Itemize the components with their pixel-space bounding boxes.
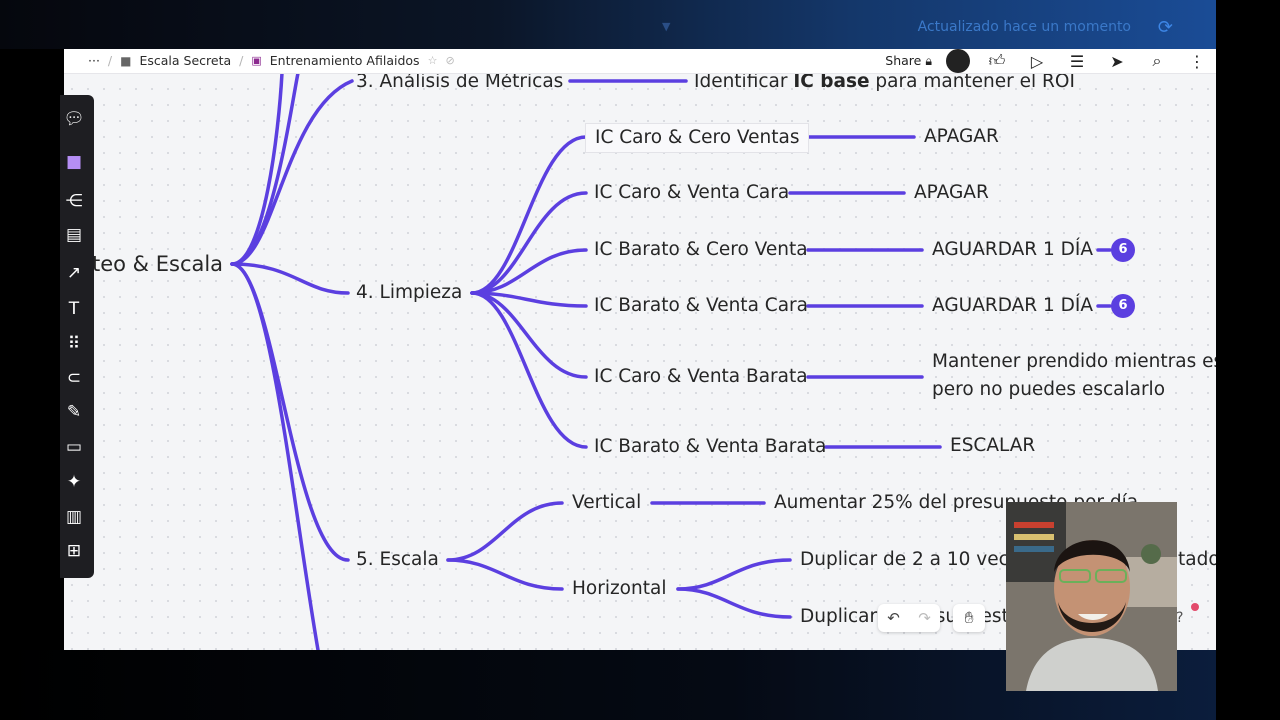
more-menu-icon[interactable]: ··· [88,53,100,68]
count-badge[interactable]: 6 [1111,294,1135,318]
node-vertical[interactable]: Vertical [572,492,641,514]
node-limpieza[interactable]: 4. Limpieza [356,282,462,304]
webcam-overlay [1006,502,1177,691]
breadcrumb-board[interactable]: Entrenamiento Afilaidos [270,53,420,68]
top-bar: ▼ Actualizado hace un momento ⟳ [0,0,1216,49]
save-status: Actualizado hace un momento [917,19,1131,35]
template-icon[interactable]: ▥ [60,505,88,529]
undo-icon[interactable]: ↶ [887,609,900,627]
text-icon[interactable]: T [60,297,88,321]
breadcrumb-folder[interactable]: Escala Secreta [139,53,231,68]
presenter-video [1006,502,1177,691]
like-icon[interactable]: 👍︎ [984,51,1010,71]
present-icon[interactable]: ▷ [1024,52,1050,71]
lock-icon: 🔒︎ [925,53,932,68]
help-button[interactable]: ? [1176,610,1183,626]
star-icon[interactable]: ☆ [428,54,438,67]
count-badge[interactable]: 6 [1111,238,1135,262]
board-header: ··· / ■ Escala Secreta / ▣ Entrenamiento… [64,49,1216,74]
right-strip [1216,0,1280,720]
node-action-5-line2: pero no puedes escalarlo [932,379,1166,401]
node-action-4[interactable]: AGUARDAR 1 DÍA [932,295,1093,317]
left-toolbar: 💬︎ ■ ⋲ ▤ ↗ T ⠿ ⊂ ✎ ▭ ✦ ▥ ⊞ [60,95,94,578]
redo-icon[interactable]: ↷ [918,609,931,627]
node-condition-2[interactable]: IC Caro & Venta Cara [594,182,789,204]
node-action-5[interactable]: Mantener prendido mientras es pero no pu… [932,351,1216,401]
node-condition-6[interactable]: IC Barato & Venta Barata [594,436,826,458]
chevron-down-icon[interactable]: ▼ [662,20,670,33]
connector-root-n5 [230,262,350,562]
avatar[interactable] [946,49,970,73]
node-action-3[interactable]: AGUARDAR 1 DÍA [932,239,1093,261]
hand-tool-icon[interactable]: ✋︎ [953,604,985,632]
node-text: Identificar [694,71,794,92]
verified-icon: ⊘ [445,54,455,67]
header-toolbar: Share 🔒︎ 👍︎ ▷ ☰ ➤ ⌕ ⋮ [885,49,1210,73]
grid-icon[interactable]: ⠿ [60,332,88,356]
node-analisis-child[interactable]: Identificar IC base para mantener el ROI [694,71,1075,93]
kebab-menu-icon[interactable]: ⋮ [1184,52,1210,71]
node-horizontal[interactable]: Horizontal [572,578,666,600]
card-icon[interactable]: ▭ [60,435,88,459]
sync-icon[interactable]: ⟳ [1158,17,1173,38]
history-controls: ↶ ↷ [878,604,940,632]
breadcrumb-separator: / [239,53,244,68]
node-action-5-line1: Mantener prendido mientras es [932,351,1216,372]
node-condition-5[interactable]: IC Caro & Venta Barata [594,366,808,388]
node-text-bold: IC base [793,71,870,92]
node-condition-4[interactable]: IC Barato & Venta Cara [594,295,808,317]
magic-icon[interactable]: ✦ [60,470,88,494]
root-node[interactable]: teo & Escala [92,252,223,277]
comment-bubble-icon[interactable]: 💬︎ [60,107,88,131]
sticky-note-icon[interactable]: ■ [60,150,88,174]
node-condition-1[interactable]: IC Caro & Cero Ventas [585,123,810,154]
node-action-6[interactable]: ESCALAR [950,435,1035,457]
connector-horizontal-h2 [676,587,792,619]
send-icon[interactable]: ➤ [1104,52,1130,71]
node-condition-3[interactable]: IC Barato & Cero Venta [594,239,808,261]
add-icon[interactable]: ⊞ [60,539,88,563]
arrow-icon[interactable]: ↗ [60,261,88,285]
connector-n4-row6 [470,291,588,449]
mindmap-icon[interactable]: ⋲ [60,189,88,213]
connector-n5-horizontal [446,558,564,591]
link-icon[interactable]: ⊂ [60,366,88,390]
node-text: para mantener el ROI [869,71,1075,92]
board-icon: ▣ [251,54,262,67]
node-action-1[interactable]: APAGAR [924,126,999,148]
notification-dot [1191,603,1199,611]
search-icon[interactable]: ⌕ [1144,51,1170,71]
comment-icon[interactable]: ☰ [1064,52,1090,71]
connector-n5-vertical [446,501,564,562]
connector-horizontal-h1 [676,558,792,591]
pen-icon[interactable]: ✎ [60,400,88,424]
breadcrumb: ··· / ■ Escala Secreta / ▣ Entrenamiento… [88,53,455,68]
folder-icon: ■ [120,53,132,68]
frame-icon[interactable]: ▤ [60,223,88,247]
connector-root-down [230,262,320,650]
breadcrumb-separator: / [107,53,113,68]
node-analisis[interactable]: 3. Análisis de Métricas [356,71,563,93]
connector-root-up2 [230,71,284,266]
node-escala[interactable]: 5. Escala [356,549,439,571]
node-action-2[interactable]: APAGAR [914,182,989,204]
share-button[interactable]: Share 🔒︎ [885,53,932,69]
